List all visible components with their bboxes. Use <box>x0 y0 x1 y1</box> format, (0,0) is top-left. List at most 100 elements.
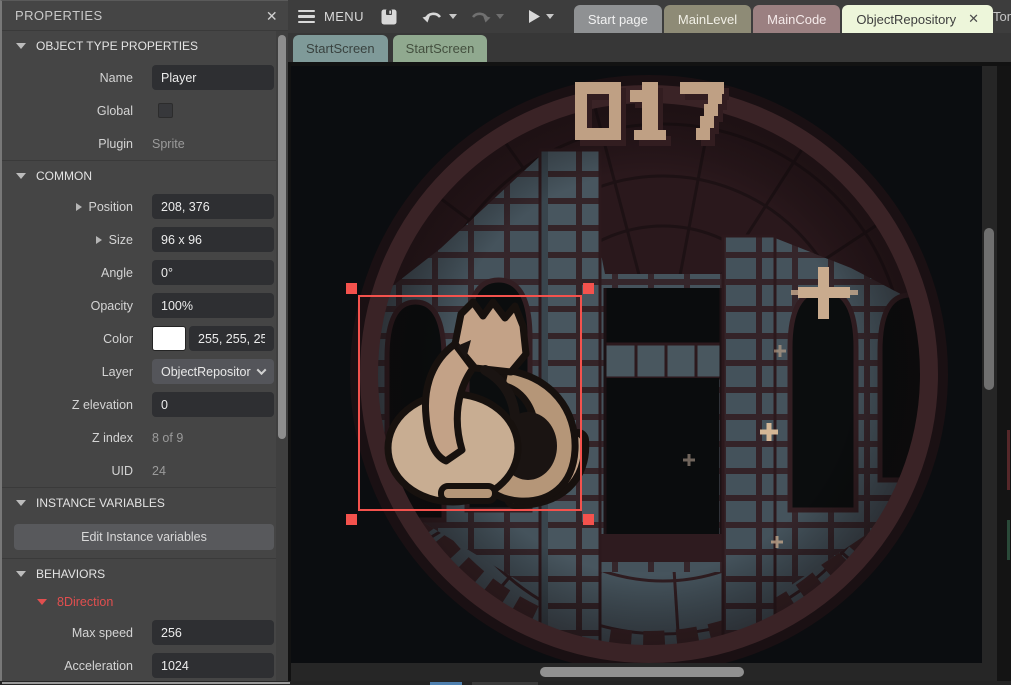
angle-input[interactable] <box>152 260 274 285</box>
behavior-name: 8Direction <box>57 595 113 609</box>
undo-icon <box>422 9 444 24</box>
z-elevation-input[interactable] <box>152 392 274 417</box>
property-row-acceleration: Acceleration <box>2 649 288 681</box>
tab-mainlevel[interactable]: MainLevel <box>664 5 751 33</box>
right-gutter <box>997 66 1011 681</box>
selection-handle-ne[interactable] <box>583 283 594 294</box>
section-common[interactable]: COMMON <box>2 160 288 190</box>
close-panel-icon[interactable]: ✕ <box>266 9 278 23</box>
color-swatch[interactable] <box>152 326 186 351</box>
section-behaviors[interactable]: BEHAVIORS <box>2 558 288 588</box>
preview-button[interactable] <box>522 0 560 33</box>
uid-value: 24 <box>152 464 166 478</box>
global-checkbox[interactable] <box>158 103 173 118</box>
menu-label: MENU <box>324 9 364 24</box>
canvas-horizontal-scrollbar-thumb[interactable] <box>540 667 744 677</box>
properties-scrollbar[interactable] <box>276 31 288 681</box>
acceleration-input[interactable] <box>152 653 274 678</box>
background-artifact <box>1007 520 1010 560</box>
global-label: Global <box>2 104 133 118</box>
z-index-value: 8 of 9 <box>152 431 183 445</box>
layout-tab-label: StartScreen <box>406 41 475 56</box>
layout-tab-startscreen-1[interactable]: StartScreen <box>293 35 388 62</box>
preview-dropdown-caret-icon[interactable] <box>546 14 554 19</box>
canvas-vertical-scrollbar[interactable] <box>982 66 997 681</box>
opacity-label: Opacity <box>2 299 133 313</box>
canvas-vertical-scrollbar-thumb[interactable] <box>984 228 994 390</box>
property-row-global: Global <box>2 94 288 127</box>
tab-label: Start page <box>588 12 648 27</box>
bottom-edge-strip <box>0 681 1011 685</box>
plugin-label: Plugin <box>2 137 133 151</box>
save-button[interactable] <box>374 0 404 33</box>
layout-tab-startscreen-2[interactable]: StartScreen <box>393 35 488 62</box>
uid-label: UID <box>2 464 133 478</box>
layer-value: ObjectRepositor <box>161 365 251 379</box>
redo-button[interactable] <box>463 0 510 33</box>
collapse-triangle-icon <box>16 173 26 179</box>
property-row-angle: Angle <box>2 256 288 289</box>
layout-tab-bar: StartScreen StartScreen <box>288 33 1011 62</box>
collapse-triangle-icon <box>16 571 26 577</box>
size-input[interactable] <box>152 227 274 252</box>
max-speed-label: Max speed <box>2 626 133 640</box>
undo-dropdown-caret-icon[interactable] <box>449 14 457 19</box>
section-title: BEHAVIORS <box>36 567 105 581</box>
panel-bottom-border <box>2 682 290 684</box>
layer-dropdown[interactable]: ObjectRepositor <box>152 359 274 384</box>
expand-arrow-icon[interactable] <box>76 203 82 211</box>
expand-arrow-icon[interactable] <box>96 236 102 244</box>
tab-start-page[interactable]: Start page <box>574 5 662 33</box>
section-instance-variables[interactable]: INSTANCE VARIABLES <box>2 487 288 517</box>
property-row-position: Position <box>2 190 288 223</box>
tab-close-icon[interactable]: ✕ <box>968 11 979 27</box>
behavior-8direction[interactable]: 8Direction <box>2 588 288 616</box>
layout-canvas[interactable] <box>291 66 997 681</box>
collapse-triangle-icon <box>37 599 47 605</box>
property-row-z-index: Z index 8 of 9 <box>2 421 288 454</box>
property-row-z-elevation: Z elevation <box>2 388 288 421</box>
tab-maincode[interactable]: MainCode <box>753 5 840 33</box>
property-row-max-speed: Max speed <box>2 616 288 649</box>
angle-label: Angle <box>2 266 133 280</box>
section-title: INSTANCE VARIABLES <box>36 496 165 510</box>
property-row-opacity: Opacity <box>2 289 288 322</box>
z-elevation-label: Z elevation <box>2 398 133 412</box>
undo-button[interactable] <box>416 0 463 33</box>
collapse-triangle-icon <box>16 500 26 506</box>
tab-objectrepository-active[interactable]: ObjectRepository ✕ <box>842 5 993 33</box>
user-account[interactable]: Tom <box>993 6 1011 28</box>
selection-handle-nw[interactable] <box>346 283 357 294</box>
edit-instance-variables-button[interactable]: Edit Instance variables <box>14 524 274 550</box>
layer-label: Layer <box>2 365 133 379</box>
main-area: MENU <box>288 0 1011 681</box>
properties-panel: PROPERTIES ✕ OBJECT TYPE PROPERTIES Name… <box>0 0 288 681</box>
properties-panel-title: PROPERTIES <box>15 8 103 23</box>
chevron-down-icon <box>257 365 267 375</box>
acceleration-label: Acceleration <box>2 659 133 673</box>
tab-label: ObjectRepository <box>856 12 956 27</box>
section-object-type-properties[interactable]: OBJECT TYPE PROPERTIES <box>2 31 288 61</box>
properties-panel-header: PROPERTIES ✕ <box>2 1 288 31</box>
position-input[interactable] <box>152 194 274 219</box>
max-speed-input[interactable] <box>152 620 274 645</box>
selection-handle-sw[interactable] <box>346 514 357 525</box>
selection-handle-se[interactable] <box>583 514 594 525</box>
properties-scrollbar-thumb[interactable] <box>278 35 286 439</box>
menu-button[interactable]: MENU <box>288 0 374 33</box>
opacity-input[interactable] <box>152 293 274 318</box>
plugin-value: Sprite <box>152 137 185 151</box>
property-row-plugin: Plugin Sprite <box>2 127 288 160</box>
section-title: COMMON <box>36 169 92 183</box>
property-row-size: Size <box>2 223 288 256</box>
color-input[interactable] <box>189 326 274 351</box>
tab-label: MainLevel <box>678 12 737 27</box>
canvas-horizontal-scrollbar[interactable] <box>291 663 982 681</box>
level-scene[interactable] <box>291 66 982 663</box>
color-label: Color <box>2 332 133 346</box>
section-title: OBJECT TYPE PROPERTIES <box>36 39 198 53</box>
dungeon-room-art <box>329 66 971 663</box>
main-toolbar: MENU <box>288 0 1011 33</box>
name-input[interactable] <box>152 65 274 90</box>
save-icon <box>380 8 398 26</box>
